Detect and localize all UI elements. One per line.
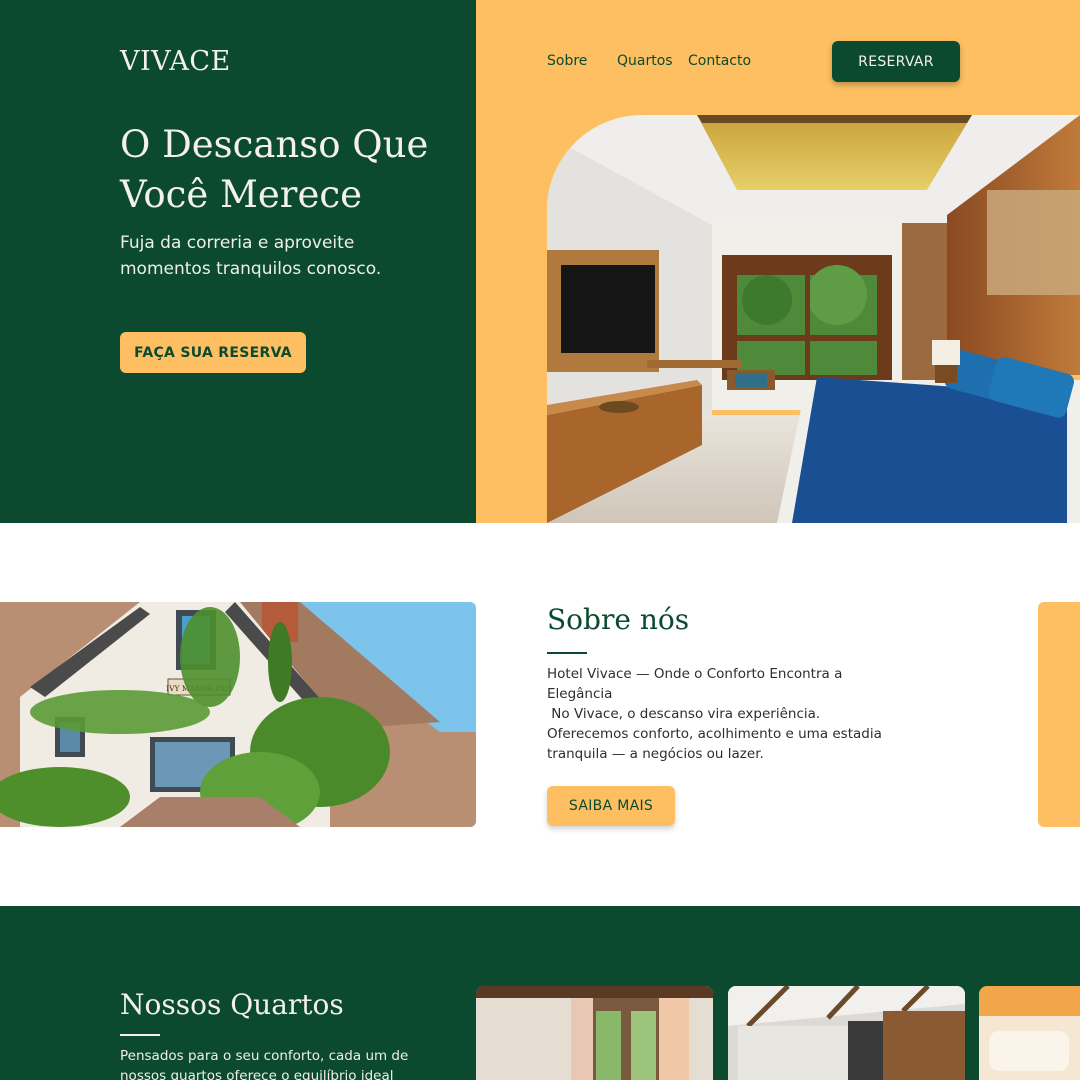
learn-more-button[interactable]: SAIBA MAIS (547, 786, 675, 826)
room-card-3[interactable] (979, 986, 1080, 1080)
about-divider (547, 652, 587, 654)
hotel-exterior-illustration: IVY MANOR INN (0, 602, 476, 827)
rooms-divider (120, 1034, 160, 1036)
hotel-room-illustration (547, 115, 1080, 523)
hotel-room-image (547, 115, 1080, 523)
room-card-1-image (476, 986, 713, 1080)
reserve-button[interactable]: RESERVAR (832, 41, 960, 82)
logo[interactable]: VIVACE (120, 46, 231, 77)
about-text: Hotel Vivace — Onde o Conforto Encontra … (547, 664, 892, 764)
rooms-text: Pensados para o seu conforto, cada um de… (120, 1048, 409, 1080)
decorative-block (1038, 602, 1080, 827)
about-body: No Vivace, o descanso vira experiência. … (547, 706, 887, 762)
rooms-title: Nossos Quartos (120, 988, 344, 1021)
about-lead: Hotel Vivace — Onde o Conforto Encontra … (547, 666, 843, 702)
nav-item-quartos[interactable]: Quartos (617, 53, 673, 69)
book-now-button[interactable]: FAÇA SUA RESERVA (120, 332, 306, 373)
rooms-section: Nossos Quartos Pensados para o seu confo… (0, 906, 1080, 1080)
about-title: Sobre nós (547, 603, 690, 636)
hero-title: O Descanso Que Você Merece (120, 123, 429, 216)
hotel-exterior-image: IVY MANOR INN (0, 602, 476, 827)
room-card-2-image (728, 986, 965, 1080)
room-card-2[interactable] (728, 986, 965, 1080)
room-card-1[interactable] (476, 986, 713, 1080)
nav-item-sobre[interactable]: Sobre (547, 53, 587, 69)
hero-subtitle: Fuja da correria e aproveite momentos tr… (120, 233, 382, 279)
nav-item-contacto[interactable]: Contacto (688, 53, 751, 69)
hero-panel: VIVACE O Descanso Que Você Merece Fuja d… (0, 0, 476, 523)
room-card-3-image (979, 986, 1080, 1080)
